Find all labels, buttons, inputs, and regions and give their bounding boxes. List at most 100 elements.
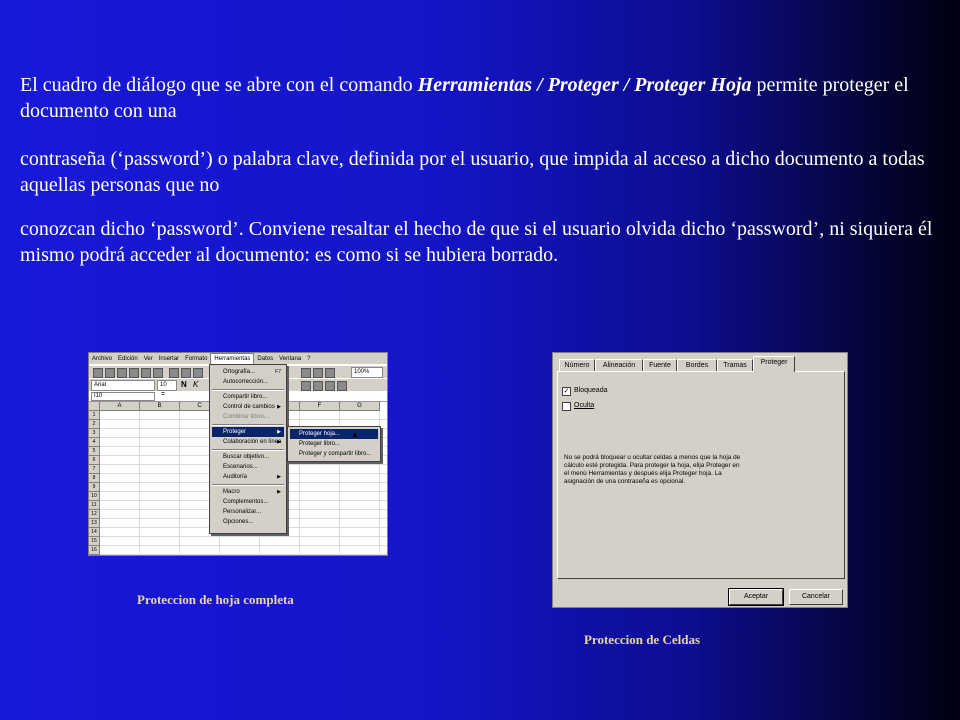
row-header[interactable]: 8 <box>89 474 100 483</box>
save-icon[interactable] <box>117 368 127 378</box>
open-icon[interactable] <box>105 368 115 378</box>
equals-icon: = <box>161 391 166 398</box>
zoom-select[interactable]: 100% <box>351 367 383 378</box>
row-header[interactable]: 12 <box>89 510 100 519</box>
tools-menu-item[interactable]: Control de cambios ▶ <box>212 402 284 412</box>
menu-item-label: Complementos... <box>223 499 269 505</box>
fill-color-icon[interactable] <box>325 381 335 391</box>
font-color-icon[interactable] <box>337 381 347 391</box>
paragraph-1-text: El cuadro de diálogo que se abre con el … <box>20 74 418 96</box>
column-header[interactable]: F <box>300 402 340 411</box>
select-all-corner[interactable] <box>89 402 100 411</box>
paste-icon[interactable] <box>193 368 203 378</box>
menu-1[interactable]: Edición <box>115 354 141 365</box>
grid-divider <box>100 554 387 555</box>
menu-separator <box>212 484 284 486</box>
menu-separator <box>212 424 284 426</box>
tab-5[interactable]: Proteger <box>753 356 795 372</box>
mouse-cursor-icon: ▲ <box>351 430 359 439</box>
tools-menu-item[interactable]: Complementos... <box>212 497 284 507</box>
tools-menu-item[interactable]: Auditoría ▶ <box>212 472 284 482</box>
menu-item-label: Auditoría <box>223 474 248 480</box>
menu-item-label: Personalizar... <box>223 509 262 515</box>
caption-right: Proteccion de Celdas <box>584 632 701 647</box>
copy-icon[interactable] <box>181 368 191 378</box>
chart-icon[interactable] <box>313 368 323 378</box>
row-header[interactable]: 4 <box>89 438 100 447</box>
menu-3[interactable]: Insertar <box>156 354 182 365</box>
protect-submenu-item[interactable]: Proteger hoja... <box>290 429 378 439</box>
protect-submenu: Proteger hoja... Proteger libro... Protege… <box>287 426 381 462</box>
new-icon[interactable] <box>93 368 103 378</box>
locked-checkbox[interactable]: ✓ <box>562 387 571 396</box>
menu-8[interactable]: ? <box>304 354 313 365</box>
sum-icon[interactable] <box>301 368 311 378</box>
bold-icon[interactable]: N <box>181 380 187 389</box>
locked-label: Bloqueada <box>574 387 608 394</box>
italic-icon[interactable]: K <box>193 380 198 389</box>
tools-menu-item[interactable]: Autocorrección... <box>212 377 284 387</box>
tools-menu-item[interactable]: Proteger ▶ <box>212 427 284 437</box>
row-header[interactable]: 14 <box>89 528 100 537</box>
excel-menubar: Archivo Edición Ver Insertar Formato Herramie… <box>89 353 387 366</box>
preview-icon[interactable] <box>141 368 151 378</box>
column-header[interactable]: G <box>340 402 380 411</box>
cut-icon[interactable] <box>169 368 179 378</box>
percent-icon[interactable] <box>301 381 311 391</box>
caption-left: Proteccion de hoja completa <box>137 592 294 607</box>
thousands-icon[interactable] <box>313 381 323 391</box>
row-header[interactable]: 15 <box>89 537 100 546</box>
shortcut-label: F7 <box>275 369 281 375</box>
menu-item-label: Autocorrección... <box>223 379 269 385</box>
row-header[interactable]: 5 <box>89 447 100 456</box>
row-header[interactable]: 11 <box>89 501 100 510</box>
hidden-label: Oculta <box>574 402 595 409</box>
menu-item-label: Buscar objetivo... <box>223 454 270 460</box>
menu-2[interactable]: Ver <box>141 354 156 365</box>
tools-menu-item[interactable]: Buscar objetivo... <box>212 452 284 462</box>
tools-menu-item[interactable]: Ortografía... F7 <box>212 367 284 377</box>
print-icon[interactable] <box>129 368 139 378</box>
tools-menu: Ortografía... F7 Autocorrección... Comparti… <box>209 364 287 534</box>
row-header[interactable]: 6 <box>89 456 100 465</box>
grid-divider <box>139 411 140 555</box>
row-header[interactable]: 1 <box>89 411 100 420</box>
spelling-icon[interactable] <box>153 368 163 378</box>
menu-item-label: Colaboración en línea <box>223 439 282 445</box>
tools-menu-item[interactable]: Personalizar... <box>212 507 284 517</box>
name-box[interactable]: I10 <box>91 392 155 401</box>
protect-submenu-item[interactable]: Proteger y compartir libro... <box>290 449 378 459</box>
drawing-icon[interactable] <box>325 368 335 378</box>
submenu-arrow-icon: ▶ <box>277 489 281 495</box>
tools-menu-item[interactable]: Escenarios... <box>212 462 284 472</box>
menu-0[interactable]: Archivo <box>89 354 115 365</box>
submenu-arrow-icon: ▶ <box>277 404 281 410</box>
tools-menu-item[interactable]: Colaboración en línea ▶ <box>212 437 284 447</box>
menu-separator <box>212 449 284 451</box>
menu-item-label: Ortografía... <box>223 369 256 375</box>
paragraph-1: El cuadro de diálogo que se abre con el … <box>20 72 940 124</box>
font-size-select[interactable]: 10 <box>157 380 177 391</box>
font-name-select[interactable]: Arial <box>91 380 155 391</box>
column-header[interactable]: B <box>140 402 180 411</box>
row-header[interactable]: 16 <box>89 546 100 555</box>
cancel-button[interactable]: Cancelar <box>789 589 843 605</box>
row-header[interactable]: 2 <box>89 420 100 429</box>
protection-note: No se podrá bloquear u ocultar celdas a … <box>564 454 741 485</box>
row-header[interactable]: 13 <box>89 519 100 528</box>
tools-menu-item[interactable]: Opciones... <box>212 517 284 527</box>
hidden-checkbox[interactable] <box>562 402 571 411</box>
row-header[interactable]: 7 <box>89 465 100 474</box>
tools-menu-item[interactable]: Compartir libro... <box>212 392 284 402</box>
row-header[interactable]: 10 <box>89 492 100 501</box>
ok-button[interactable]: Aceptar <box>728 588 784 606</box>
row-header[interactable]: 9 <box>89 483 100 492</box>
protect-submenu-item[interactable]: Proteger libro... <box>290 439 378 449</box>
column-header[interactable]: A <box>100 402 140 411</box>
menu-4[interactable]: Formato <box>182 354 210 365</box>
tools-menu-item[interactable]: Combinar libros... <box>212 412 284 422</box>
menu-item-label: Opciones... <box>223 519 254 525</box>
row-header[interactable]: 3 <box>89 429 100 438</box>
tools-menu-item[interactable]: Macro ▶ <box>212 487 284 497</box>
submenu-arrow-icon: ▶ <box>277 439 281 445</box>
